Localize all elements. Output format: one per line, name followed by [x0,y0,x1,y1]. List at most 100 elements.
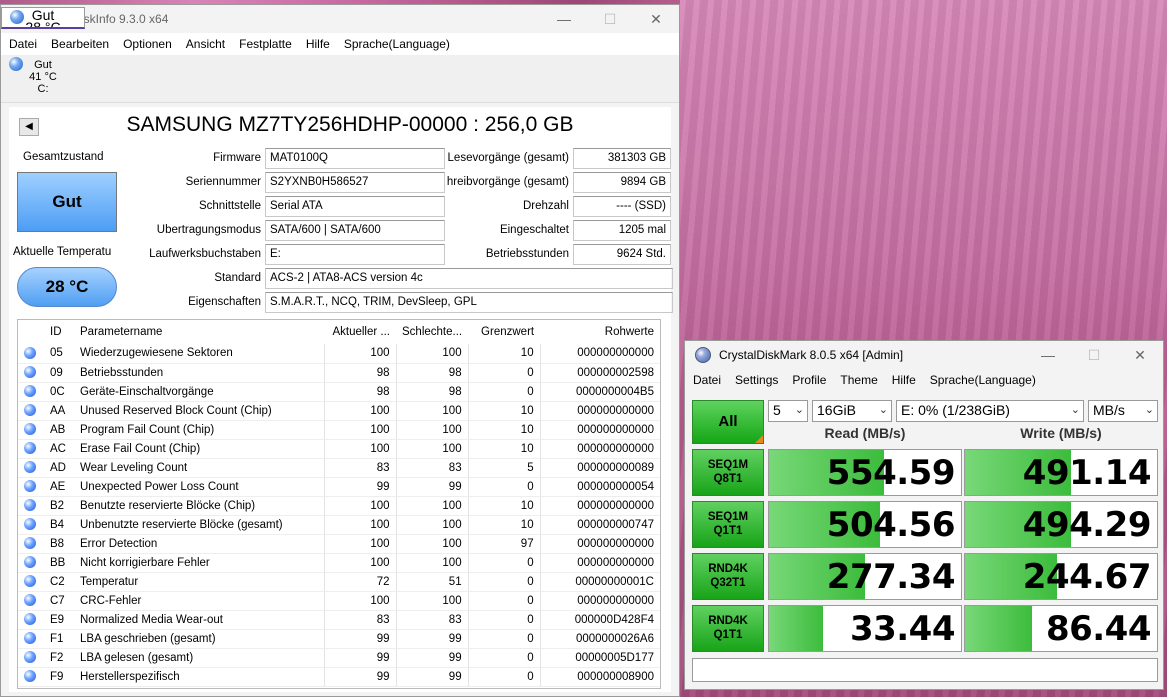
smart-row[interactable]: F1 LBA geschrieben (gesamt) 99 99 0 000000002… [18,629,660,649]
serial-label: Seriennummer [185,176,261,188]
menu-settings[interactable]: Settings [735,373,778,387]
smart-row[interactable]: 0C Geräte-Einschaltvorgänge 98 98 0 000000000… [18,382,660,402]
smart-id: AA [44,401,74,421]
chevron-down-icon: ⌄ [1070,404,1080,416]
header-current[interactable]: Aktueller ... [324,320,396,344]
smart-parameter: Normalized Media Wear-out [74,610,325,630]
smart-row[interactable]: E9 Normalized Media Wear-out 83 83 0 000000D4… [18,610,660,630]
smart-parameter: Temperatur [74,572,325,592]
close-button[interactable]: ✕ [1117,347,1163,364]
menu-datei[interactable]: Datei [9,37,37,51]
test-count-select[interactable]: 5 ⌄ [768,400,808,422]
all-button[interactable]: All [692,400,764,444]
smart-row[interactable]: F2 LBA gelesen (gesamt) 99 99 0 00000005D177 [18,648,660,668]
smart-worst: 100 [396,496,469,516]
read-result: 504.56 [768,501,962,548]
smart-threshold: 0 [468,667,541,687]
menu-ansicht[interactable]: Ansicht [186,37,225,51]
read-result-value: 554.59 [826,453,956,493]
smart-header-row: ID Parametername Aktueller ... Schlechte… [18,320,660,344]
header-raw[interactable]: Rohwerte [540,320,660,344]
smart-row[interactable]: AA Unused Reserved Block Count (Chip) 100 1… [18,401,660,421]
menu-theme[interactable]: Theme [840,373,877,387]
unit-select[interactable]: MB/s ⌄ [1088,400,1158,422]
smart-current: 100 [324,344,397,364]
smart-threshold: 10 [468,515,541,535]
test-button[interactable]: RND4K Q32T1 [692,553,764,600]
smart-parameter: CRC-Fehler [74,591,325,611]
smart-row[interactable]: B4 Unbenutzte reservierte Blöcke (gesamt)… [18,515,660,535]
smart-threshold: 5 [468,458,541,478]
header-parameter[interactable]: Parametername [74,320,324,344]
header-id[interactable]: ID [44,320,74,344]
cdi-titlebar: CrystalDiskInfo 9.3.0 x64 — ☐ ✕ [1,5,679,33]
chevron-down-icon: ⌄ [1144,404,1154,416]
status-dot-icon [24,537,36,550]
menu-hilfe[interactable]: Hilfe [892,373,916,387]
smart-current: 98 [324,382,397,402]
smart-row[interactable]: 05 Wiederzugewiesene Sektoren 100 100 10 0000… [18,344,660,364]
disk-tab-c[interactable]: Gut 41 °C C: [1,55,85,102]
smart-row[interactable]: AD Wear Leveling Count 83 83 5 000000000089 [18,458,660,478]
smart-row[interactable]: AB Program Fail Count (Chip) 100 100 10 00000… [18,420,660,440]
maximize-button[interactable]: ☐ [1071,347,1117,364]
smart-row[interactable]: BB Nicht korrigierbare Fehler 100 100 0 00000… [18,553,660,573]
header-threshold[interactable]: Grenzwert [468,320,540,344]
close-button[interactable]: ✕ [633,11,679,28]
minimize-button[interactable]: — [541,11,587,27]
menu-festplatte[interactable]: Festplatte [239,37,292,51]
status-dot-icon [24,347,36,360]
status-dot-icon [24,613,36,626]
drive-select[interactable]: E: 0% (1/238GiB) ⌄ [896,400,1084,422]
status-dot-icon [24,461,36,474]
comment-field[interactable] [692,658,1158,682]
smart-row[interactable]: AE Unexpected Power Loss Count 99 99 0 000000… [18,477,660,497]
smart-row[interactable]: 09 Betriebsstunden 98 98 0 000000002598 [18,363,660,383]
write-result-value: 244.67 [1022,557,1152,597]
smart-row[interactable]: B2 Benutzte reservierte Blöcke (Chip) 100 1… [18,496,660,516]
write-result: 494.29 [964,501,1158,548]
smart-threshold: 10 [468,439,541,459]
status-dot-icon [24,480,36,493]
smart-row[interactable]: AC Erase Fail Count (Chip) 100 100 10 0000000… [18,439,660,459]
smart-row[interactable]: C7 CRC-Fehler 100 100 0 000000000000 [18,591,660,611]
menu-optionen[interactable]: Optionen [123,37,172,51]
menu-sprache[interactable]: Sprache(Language) [344,37,450,51]
test-button[interactable]: RND4K Q1T1 [692,605,764,652]
disk-tab-e[interactable]: Gut 28 °C E: [1,7,85,29]
test-button[interactable]: SEQ1M Q8T1 [692,449,764,496]
smart-id: B4 [44,515,74,535]
chevron-down-icon: ⌄ [794,404,804,416]
smart-worst: 100 [396,439,469,459]
menu-profile[interactable]: Profile [792,373,826,387]
smart-raw: 000000000000 [540,420,660,440]
status-dot-icon [24,423,36,436]
maximize-button[interactable]: ☐ [587,11,633,28]
smart-parameter: Program Fail Count (Chip) [74,420,325,440]
menu-datei[interactable]: Datei [693,373,721,387]
test-name: SEQ1M [707,459,749,471]
menu-sprache[interactable]: Sprache(Language) [930,373,1036,387]
smart-current: 83 [324,458,397,478]
menu-bearbeiten[interactable]: Bearbeiten [51,37,109,51]
temperature-status[interactable]: 28 °C [17,267,117,307]
drive-letter-label: Laufwerksbuchstaben [149,248,261,260]
menu-hilfe[interactable]: Hilfe [306,37,330,51]
smart-row[interactable]: F9 Herstellerspezifisch 99 99 0 000000008900 [18,667,660,687]
header-worst[interactable]: Schlechte... [396,320,468,344]
smart-parameter: Nicht korrigierbare Fehler [74,553,325,573]
smart-threshold: 10 [468,420,541,440]
smart-id: BB [44,553,74,573]
health-status-button[interactable]: Gut [17,172,117,232]
smart-raw: 000000000000 [540,439,660,459]
minimize-button[interactable]: — [1025,347,1071,363]
smart-parameter: Betriebsstunden [74,363,325,383]
smart-worst: 83 [396,458,469,478]
smart-row[interactable]: B8 Error Detection 100 100 97 000000000000 [18,534,660,554]
app-icon [695,347,711,363]
smart-row[interactable]: C2 Temperatur 72 51 0 00000000001C [18,572,660,592]
test-size-select[interactable]: 16GiB ⌄ [812,400,892,422]
cdi-content: ◀ SAMSUNG MZ7TY256HDHP-00000 : 256,0 GB … [9,107,673,692]
test-button[interactable]: SEQ1M Q1T1 [692,501,764,548]
smart-table[interactable]: ID Parametername Aktueller ... Schlechte… [17,319,661,689]
